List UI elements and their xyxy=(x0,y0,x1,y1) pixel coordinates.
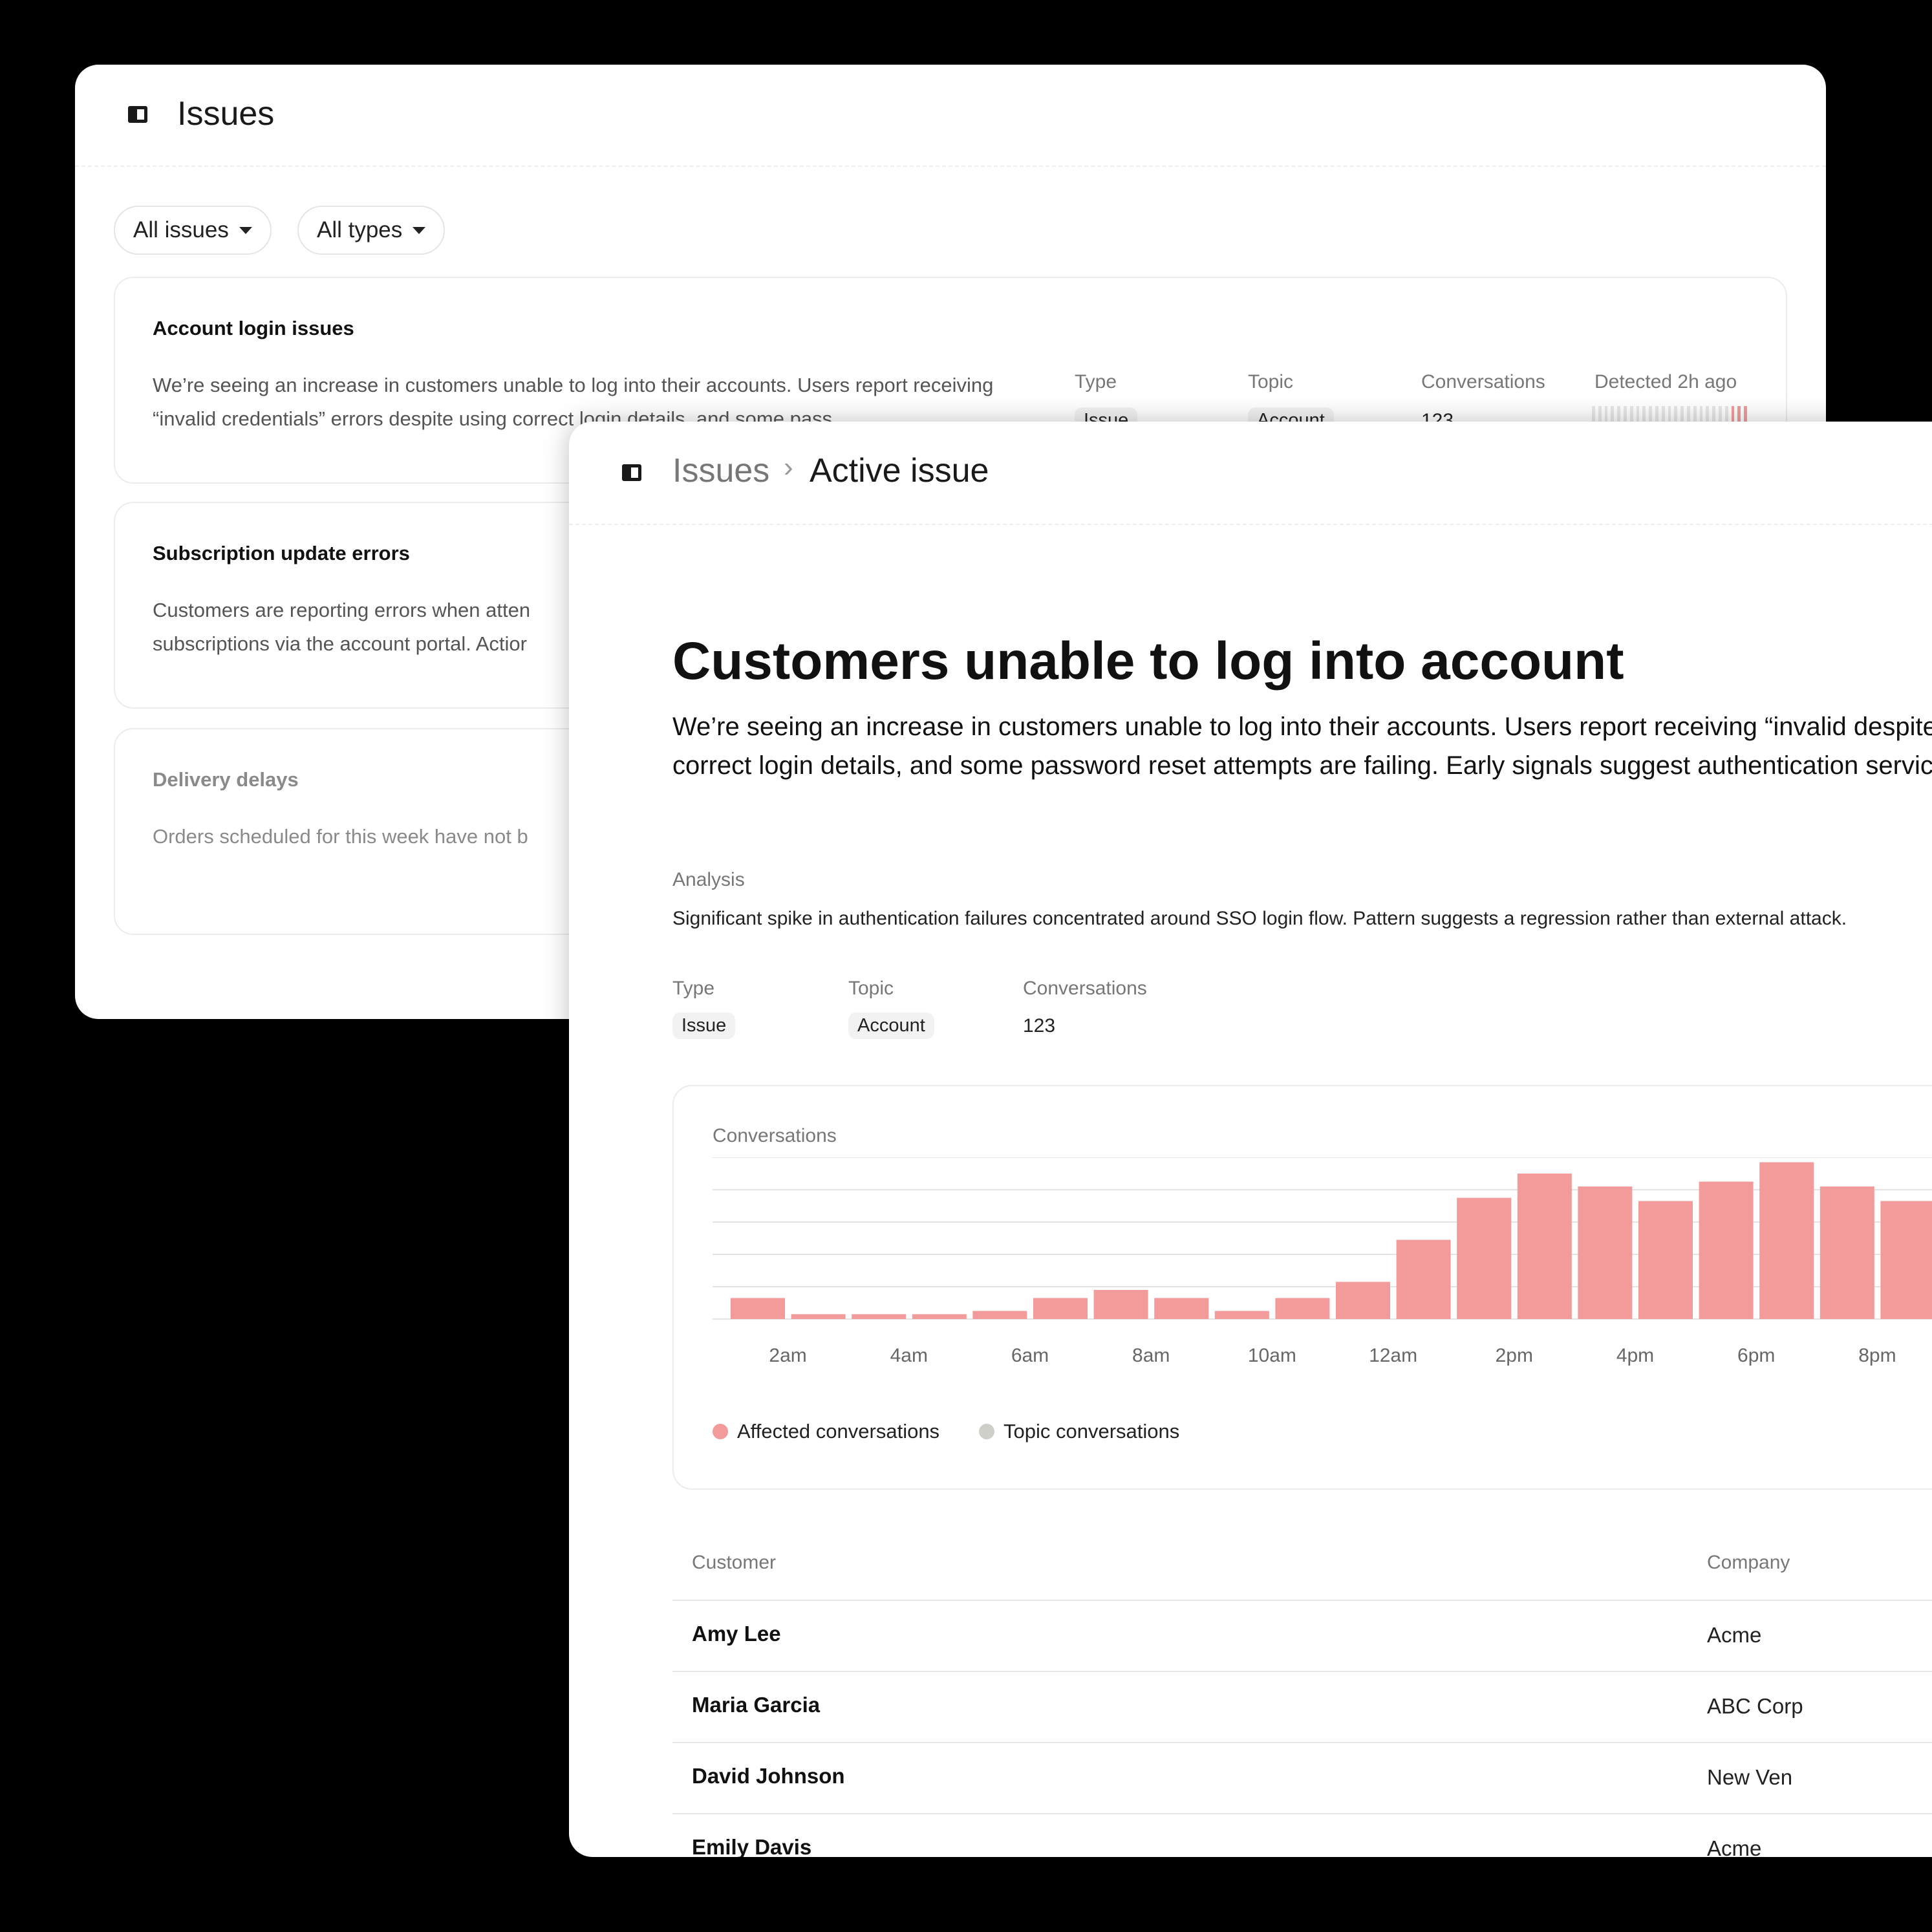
issue-card-title: Account login issues xyxy=(153,317,354,339)
x-tick-label: 8am xyxy=(1132,1345,1170,1366)
x-tick-label: 4pm xyxy=(1616,1345,1654,1366)
issue-card-title: Subscription update errors xyxy=(153,542,410,564)
divider xyxy=(672,1671,1932,1672)
x-tick-label: 6pm xyxy=(1737,1345,1775,1366)
legend-label-topic: Topic conversations xyxy=(1004,1420,1180,1443)
chart-bar[interactable] xyxy=(731,1298,785,1320)
chart-bar[interactable] xyxy=(1033,1298,1088,1320)
table-row-customer[interactable]: David Johnson xyxy=(692,1764,845,1788)
chart-bar[interactable] xyxy=(1093,1290,1148,1319)
chart-bar[interactable] xyxy=(1699,1181,1754,1320)
conversations-bar-chart: 2am 4am 6am 8am 10am 12am 2pm 4pm 6pm 8pm xyxy=(713,1157,1932,1366)
table-row-customer[interactable]: Maria Garcia xyxy=(692,1693,820,1717)
chart-bar[interactable] xyxy=(1457,1197,1512,1320)
chart-bar[interactable] xyxy=(1396,1240,1451,1320)
page-title: Issues xyxy=(177,95,275,133)
chart-bar[interactable] xyxy=(1578,1186,1633,1319)
filter-all-issues[interactable]: All issues xyxy=(114,206,272,255)
table-row-customer[interactable]: Emily Davis xyxy=(692,1835,811,1857)
issue-description: We’re seeing an increase in customers un… xyxy=(672,713,1932,780)
divider xyxy=(672,1600,1932,1601)
x-tick-label: 2pm xyxy=(1496,1345,1533,1366)
chart-bar[interactable] xyxy=(1759,1162,1814,1320)
chart-bar[interactable] xyxy=(1214,1311,1269,1320)
x-tick-label: 4am xyxy=(890,1345,928,1366)
legend-dot-affected xyxy=(713,1424,728,1439)
table-row-company: Acme xyxy=(1707,1623,1762,1647)
breadcrumb-separator: › xyxy=(784,451,793,483)
x-tick-label: 12am xyxy=(1369,1345,1417,1366)
chart-bar[interactable] xyxy=(1880,1201,1932,1320)
type-badge: Issue xyxy=(672,1013,736,1039)
detected-time: Detected 2h ago xyxy=(1594,371,1737,392)
chart-bar[interactable] xyxy=(791,1314,846,1320)
issue-card-description: Customers are reporting errors when atte… xyxy=(153,599,531,655)
column-header-company[interactable]: Company xyxy=(1707,1552,1790,1574)
topic-label: Topic xyxy=(1248,371,1294,392)
analysis-label: Analysis xyxy=(672,869,745,890)
topic-label: Topic xyxy=(848,978,894,999)
chart-bar[interactable] xyxy=(852,1314,907,1320)
topic-badge: Account xyxy=(848,1013,934,1039)
breadcrumb-parent[interactable]: Issues xyxy=(672,451,769,490)
chart-bar[interactable] xyxy=(1336,1282,1390,1320)
active-issue-window: Issues › Active issue Customers unable t… xyxy=(569,422,1932,1857)
x-tick-label: 8pm xyxy=(1858,1345,1896,1366)
chart-title: Conversations xyxy=(713,1125,837,1146)
filter-label: All issues xyxy=(133,217,229,242)
issue-card-description: Orders scheduled for this week have not … xyxy=(153,825,528,848)
analysis-text: Significant spike in authentication fail… xyxy=(672,908,1847,929)
legend-dot-topic xyxy=(979,1424,994,1439)
conversations-chart-card: Conversations 2am 4am 6am 8am 10am 12am 2pm 4pm… xyxy=(672,1085,1932,1490)
chart-bar[interactable] xyxy=(1275,1298,1330,1320)
caret-down-icon xyxy=(239,226,252,234)
legend-topic: Topic conversations xyxy=(979,1420,1179,1443)
type-label: Type xyxy=(1075,371,1117,392)
table-row-company: ABC Corp xyxy=(1707,1694,1803,1718)
activity-sparkline xyxy=(1592,406,1747,422)
legend-label-affected: Affected conversations xyxy=(737,1420,940,1443)
chart-bar[interactable] xyxy=(1517,1174,1572,1319)
x-tick-label: 2am xyxy=(769,1345,806,1366)
chart-bar[interactable] xyxy=(1819,1186,1874,1319)
breadcrumb-current: Active issue xyxy=(810,452,989,489)
caret-down-icon xyxy=(413,226,426,234)
sidebar-toggle-icon[interactable] xyxy=(128,106,147,123)
chart-bar[interactable] xyxy=(972,1311,1027,1320)
chart-bar[interactable] xyxy=(912,1314,967,1320)
type-label: Type xyxy=(672,978,715,999)
table-row-company: New Ven xyxy=(1707,1765,1793,1789)
issues-header: Issues xyxy=(75,65,1826,167)
x-tick-label: 6am xyxy=(1011,1345,1049,1366)
active-issue-header: Issues › Active issue xyxy=(569,422,1932,525)
conversations-label: Conversations xyxy=(1421,371,1545,392)
chart-bar[interactable] xyxy=(1154,1298,1209,1320)
chart-bar[interactable] xyxy=(1638,1201,1693,1320)
issue-title: Customers unable to log into account xyxy=(672,632,1624,691)
filter-all-types[interactable]: All types xyxy=(297,206,445,255)
table-row-company: Acme xyxy=(1707,1836,1762,1857)
issue-card-title: Delivery delays xyxy=(153,768,299,791)
sidebar-toggle-icon[interactable] xyxy=(622,464,641,481)
divider xyxy=(672,1742,1932,1743)
divider xyxy=(672,1813,1932,1814)
legend-affected: Affected conversations xyxy=(713,1420,939,1443)
column-header-customer[interactable]: Customer xyxy=(692,1552,776,1574)
conversations-count: 123 xyxy=(1023,1015,1056,1036)
filter-label: All types xyxy=(317,217,403,242)
conversations-label: Conversations xyxy=(1023,978,1147,999)
table-row-customer[interactable]: Amy Lee xyxy=(692,1622,781,1646)
x-tick-label: 10am xyxy=(1248,1345,1296,1366)
